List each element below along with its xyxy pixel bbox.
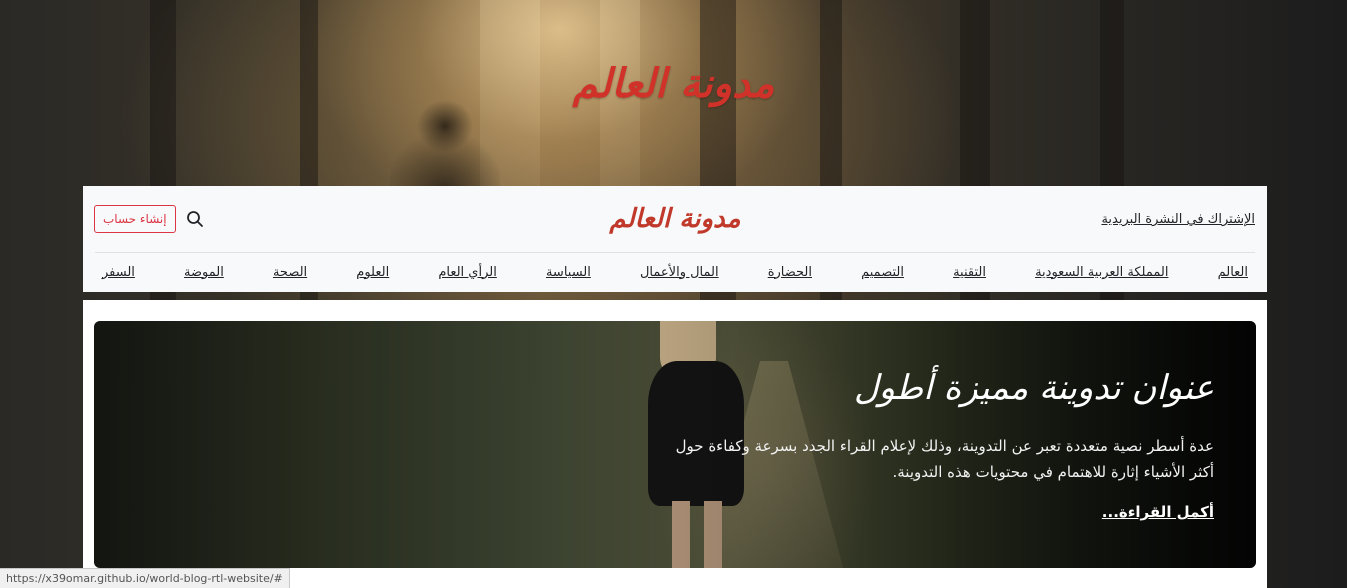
- nav-item-science[interactable]: العلوم: [356, 265, 389, 280]
- main-content: عنوان تدوينة مميزة أطول عدة أسطر نصية مت…: [83, 300, 1267, 588]
- category-nav: العالم المملكة العربية السعودية التقنية …: [95, 252, 1255, 292]
- nav-item-fashion[interactable]: الموضة: [184, 265, 224, 280]
- nav-item-health[interactable]: الصحة: [273, 265, 307, 280]
- nav-item-saudi-arabia[interactable]: المملكة العربية السعودية: [1035, 265, 1168, 280]
- nav-item-opinion[interactable]: الرأي العام: [438, 265, 497, 280]
- featured-post: عنوان تدوينة مميزة أطول عدة أسطر نصية مت…: [94, 321, 1256, 568]
- nav-item-design[interactable]: التصميم: [861, 265, 904, 280]
- header-top-row: الإشتراك في النشرة البريدية مدونة العالم…: [83, 186, 1267, 252]
- nav-item-business[interactable]: المال والأعمال: [640, 265, 719, 280]
- nav-item-culture[interactable]: الحضارة: [768, 265, 812, 280]
- browser-status-url: https://x39omar.github.io/world-blog-rtl…: [0, 568, 290, 588]
- featured-post-title: عنوان تدوينة مميزة أطول: [853, 368, 1214, 408]
- featured-post-lead: عدة أسطر نصية متعددة تعبر عن التدوينة، و…: [675, 437, 1214, 481]
- nav-item-politics[interactable]: السياسة: [546, 265, 591, 280]
- hero-logo: مدونة العالم: [572, 60, 775, 107]
- signup-button[interactable]: إنشاء حساب: [94, 205, 176, 233]
- site-header: الإشتراك في النشرة البريدية مدونة العالم…: [83, 186, 1267, 292]
- featured-post-text: عنوان تدوينة مميزة أطول عدة أسطر نصية مت…: [654, 363, 1214, 521]
- nav-item-technology[interactable]: التقنية: [953, 265, 986, 280]
- hiker-silhouette: [390, 100, 500, 190]
- nav-item-travel[interactable]: السفر: [102, 265, 135, 280]
- site-logo[interactable]: مدونة العالم: [83, 204, 1267, 234]
- nav-item-world[interactable]: العالم: [1218, 265, 1248, 280]
- continue-reading-link[interactable]: أكمل القراءة...: [1102, 503, 1214, 521]
- search-icon[interactable]: [186, 210, 204, 228]
